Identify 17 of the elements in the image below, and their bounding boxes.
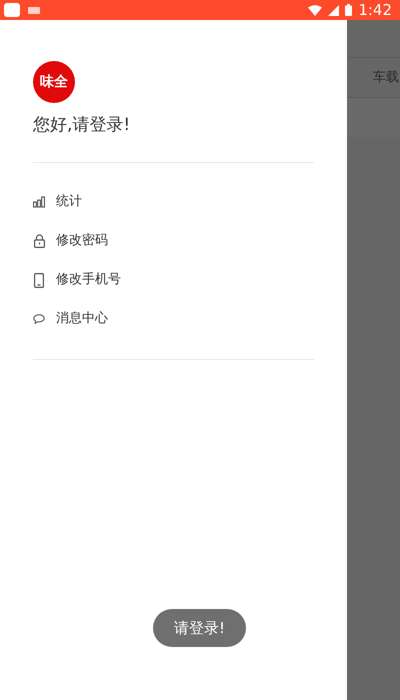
- app-icon: [4, 3, 20, 17]
- phone-icon: [34, 272, 44, 288]
- wifi-icon: [308, 4, 322, 16]
- menu-item[interactable]: 统计: [33, 182, 314, 222]
- menu-item[interactable]: 消息中心: [33, 300, 314, 338]
- menu-item[interactable]: 修改密码: [33, 222, 314, 260]
- chat-bubble-icon: [33, 313, 45, 325]
- keyboard-icon: [28, 6, 40, 14]
- signal-icon: [328, 4, 340, 16]
- brand-logo: 味全: [33, 61, 75, 103]
- menu-item[interactable]: 修改手机号: [33, 260, 314, 300]
- lock-icon: [34, 234, 44, 248]
- greeting-text: 您好,请登录!: [33, 114, 132, 137]
- status-time: 1:42: [358, 2, 392, 18]
- bar-chart-icon: [33, 196, 45, 208]
- battery-icon: [345, 4, 352, 16]
- toast: 请登录!: [153, 609, 246, 647]
